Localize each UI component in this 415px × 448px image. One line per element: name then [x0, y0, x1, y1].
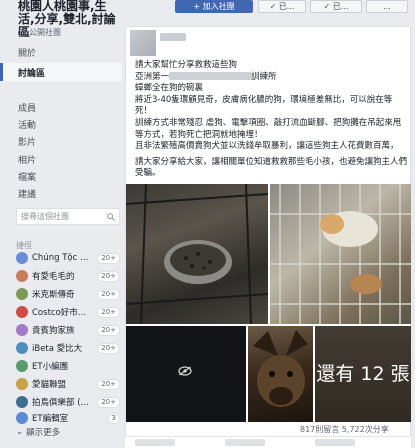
more-label: ...	[383, 2, 391, 11]
shortcut-item[interactable]: 米克斯傳奇 20+	[16, 286, 120, 302]
avatar[interactable]	[130, 30, 156, 56]
post-line: 亞洲第一 訓練所	[135, 72, 407, 84]
shortcut-badge: 20+	[97, 252, 120, 264]
caged-dog-illustration	[270, 184, 411, 324]
group-icon	[16, 288, 28, 300]
shortcut-item[interactable]: 貴賓狗家族 20+	[16, 322, 120, 338]
more-photos-overlay[interactable]: 還有 12 張	[315, 326, 411, 422]
group-type: 公開社團	[18, 27, 61, 38]
shortcut-badge: 20+	[97, 288, 120, 300]
group-icon	[16, 252, 28, 264]
group-icon	[16, 306, 28, 318]
group-icon	[16, 342, 28, 354]
comment-action-placeholder[interactable]	[225, 439, 265, 446]
shortcut-badge: 20+	[97, 270, 120, 282]
group-icon	[16, 270, 28, 282]
nav-item-photos[interactable]: 相片	[18, 153, 36, 166]
shortcut-item[interactable]: iBeta 愛比大 20+	[16, 340, 120, 356]
shortcut-badge: 20+	[97, 378, 120, 390]
search-icon	[107, 212, 115, 221]
more-options-button[interactable]: ...	[366, 0, 408, 13]
shortcut-item[interactable]: Chủng Tộc Đại N... 20+	[16, 250, 120, 266]
shortcut-label: ET編輯室	[32, 414, 69, 424]
shortcut-item[interactable]: 愛貓聯盟 20+	[16, 376, 120, 392]
joined-button[interactable]: ✓ 已...	[258, 0, 306, 13]
join-group-button[interactable]: + 加入社團	[175, 0, 253, 13]
group-icon	[16, 360, 28, 372]
globe-icon	[18, 28, 26, 37]
share-action-placeholder[interactable]	[315, 439, 355, 446]
author-name-redacted	[160, 33, 186, 41]
post-photo-more[interactable]: 還有 12 張	[315, 326, 411, 422]
nav-item-events[interactable]: 活動	[18, 118, 36, 131]
shortcut-label: 愛貓聯盟	[32, 380, 67, 390]
redacted-text	[169, 72, 252, 81]
nav-item-members[interactable]: 成員	[18, 101, 36, 114]
post-line: 將近3-40隻環顧見奇，皮膚病化膿的狗，環境極差無比，可以說在等死！	[135, 94, 393, 117]
post-photo-2[interactable]	[270, 184, 411, 324]
post-line: 且非法繁殖高價賣狗犬並以洗錢牟取暴利，讓這些狗主人花費數百萬，	[135, 141, 399, 152]
shortcut-item[interactable]: Costco好市多 商... 20+	[16, 304, 120, 320]
post-photo-4[interactable]	[248, 326, 313, 422]
nav-item-files[interactable]: 檔案	[18, 170, 36, 183]
shortcut-label: 貴賓狗家族	[32, 326, 75, 336]
shortcut-item[interactable]: 拍鳥俱樂部 (Bird... 20+	[16, 394, 120, 410]
shortcut-item[interactable]: 有愛毛毛的 20+	[16, 268, 120, 284]
shortcut-label: ET小編團	[32, 362, 69, 372]
group-icon	[16, 396, 28, 408]
search-placeholder: 搜尋這個社團	[21, 212, 69, 221]
show-more-label: 顯示更多	[26, 428, 61, 438]
joined-label: ✓ 已...	[269, 2, 295, 11]
post-photo-1[interactable]	[126, 184, 268, 324]
nav-item-videos[interactable]: 影片	[18, 135, 36, 148]
nav-item-suggestions[interactable]: 建議	[18, 187, 36, 200]
dog-face-illustration	[253, 330, 308, 407]
shortcut-item[interactable]: ET小編團	[16, 358, 120, 374]
more-photos-count: 還有 12 張	[316, 363, 410, 385]
nav-item-about[interactable]: 關於	[18, 46, 36, 59]
shortcut-badge: 3	[107, 412, 120, 424]
shortcut-label: 拍鳥俱樂部 (Bird...	[32, 398, 93, 408]
post-line-suffix: 訓練所	[251, 71, 277, 82]
shortcut-badge: 20+	[97, 306, 120, 318]
notifications-label: ✓ 已...	[323, 2, 349, 11]
chevron-down-icon: ⌄	[16, 427, 24, 437]
hidden-media-icon	[178, 366, 192, 376]
post-header	[130, 30, 188, 58]
shortcut-label: Chủng Tộc Đại N...	[32, 253, 94, 263]
post-line: 請大家幫忙分享救救這些狗	[135, 60, 238, 70]
group-type-label: 公開社團	[29, 28, 61, 37]
group-search-input[interactable]: 搜尋這個社團	[16, 208, 120, 225]
shortcut-label: Costco好市多 商...	[32, 308, 93, 318]
shortcut-label: 有愛毛毛的	[32, 272, 75, 282]
post-video-thumbnail[interactable]	[126, 326, 246, 422]
post-line: 請大家分享給大家，讓相關單位知道救救那些毛小孩，也避免讓狗主人們受騙。	[135, 156, 408, 179]
nav-item-discussion[interactable]: 討論區	[18, 66, 45, 79]
group-icon	[16, 412, 28, 424]
post-stats[interactable]: 817則留言 5,722次分享	[300, 424, 389, 435]
post-body: 請大家幫忙分享救救這些狗 亞洲第一 訓練所 蟑螂全在狗的碗裏 將近3-40隻環顧見…	[135, 60, 407, 180]
left-sidebar: 桃園人桃園事,生活,分享,雙北,討論區 公開社團 關於 討論區 成員 活動 影片…	[0, 0, 122, 448]
group-icon	[16, 324, 28, 336]
post-line-text: 亞洲第一	[135, 71, 170, 82]
group-icon	[16, 378, 28, 390]
like-action-placeholder[interactable]	[135, 439, 175, 446]
notifications-button[interactable]: ✓ 已...	[310, 0, 362, 13]
shortcut-label: iBeta 愛比大	[32, 344, 83, 354]
show-more-link[interactable]: ⌄ 顯示更多	[16, 426, 60, 438]
shortcut-item[interactable]: ET編輯室 3	[16, 410, 120, 426]
shortcut-badge: 20+	[97, 324, 120, 336]
post-line: 訓練方式非常殘忍 虐狗、電擊項圈、敲打流血斷腳、把狗攤在吊起來甩等方式，若狗死亡…	[135, 117, 402, 140]
shortcut-label: 米克斯傳奇	[32, 290, 75, 300]
shortcut-badge: 20+	[97, 396, 120, 408]
post-line: 蟑螂全在狗的碗裏	[135, 83, 204, 94]
shortcut-badge: 20+	[97, 342, 120, 354]
cage-bowl-illustration	[126, 184, 268, 324]
post-actions-bar	[125, 436, 411, 448]
